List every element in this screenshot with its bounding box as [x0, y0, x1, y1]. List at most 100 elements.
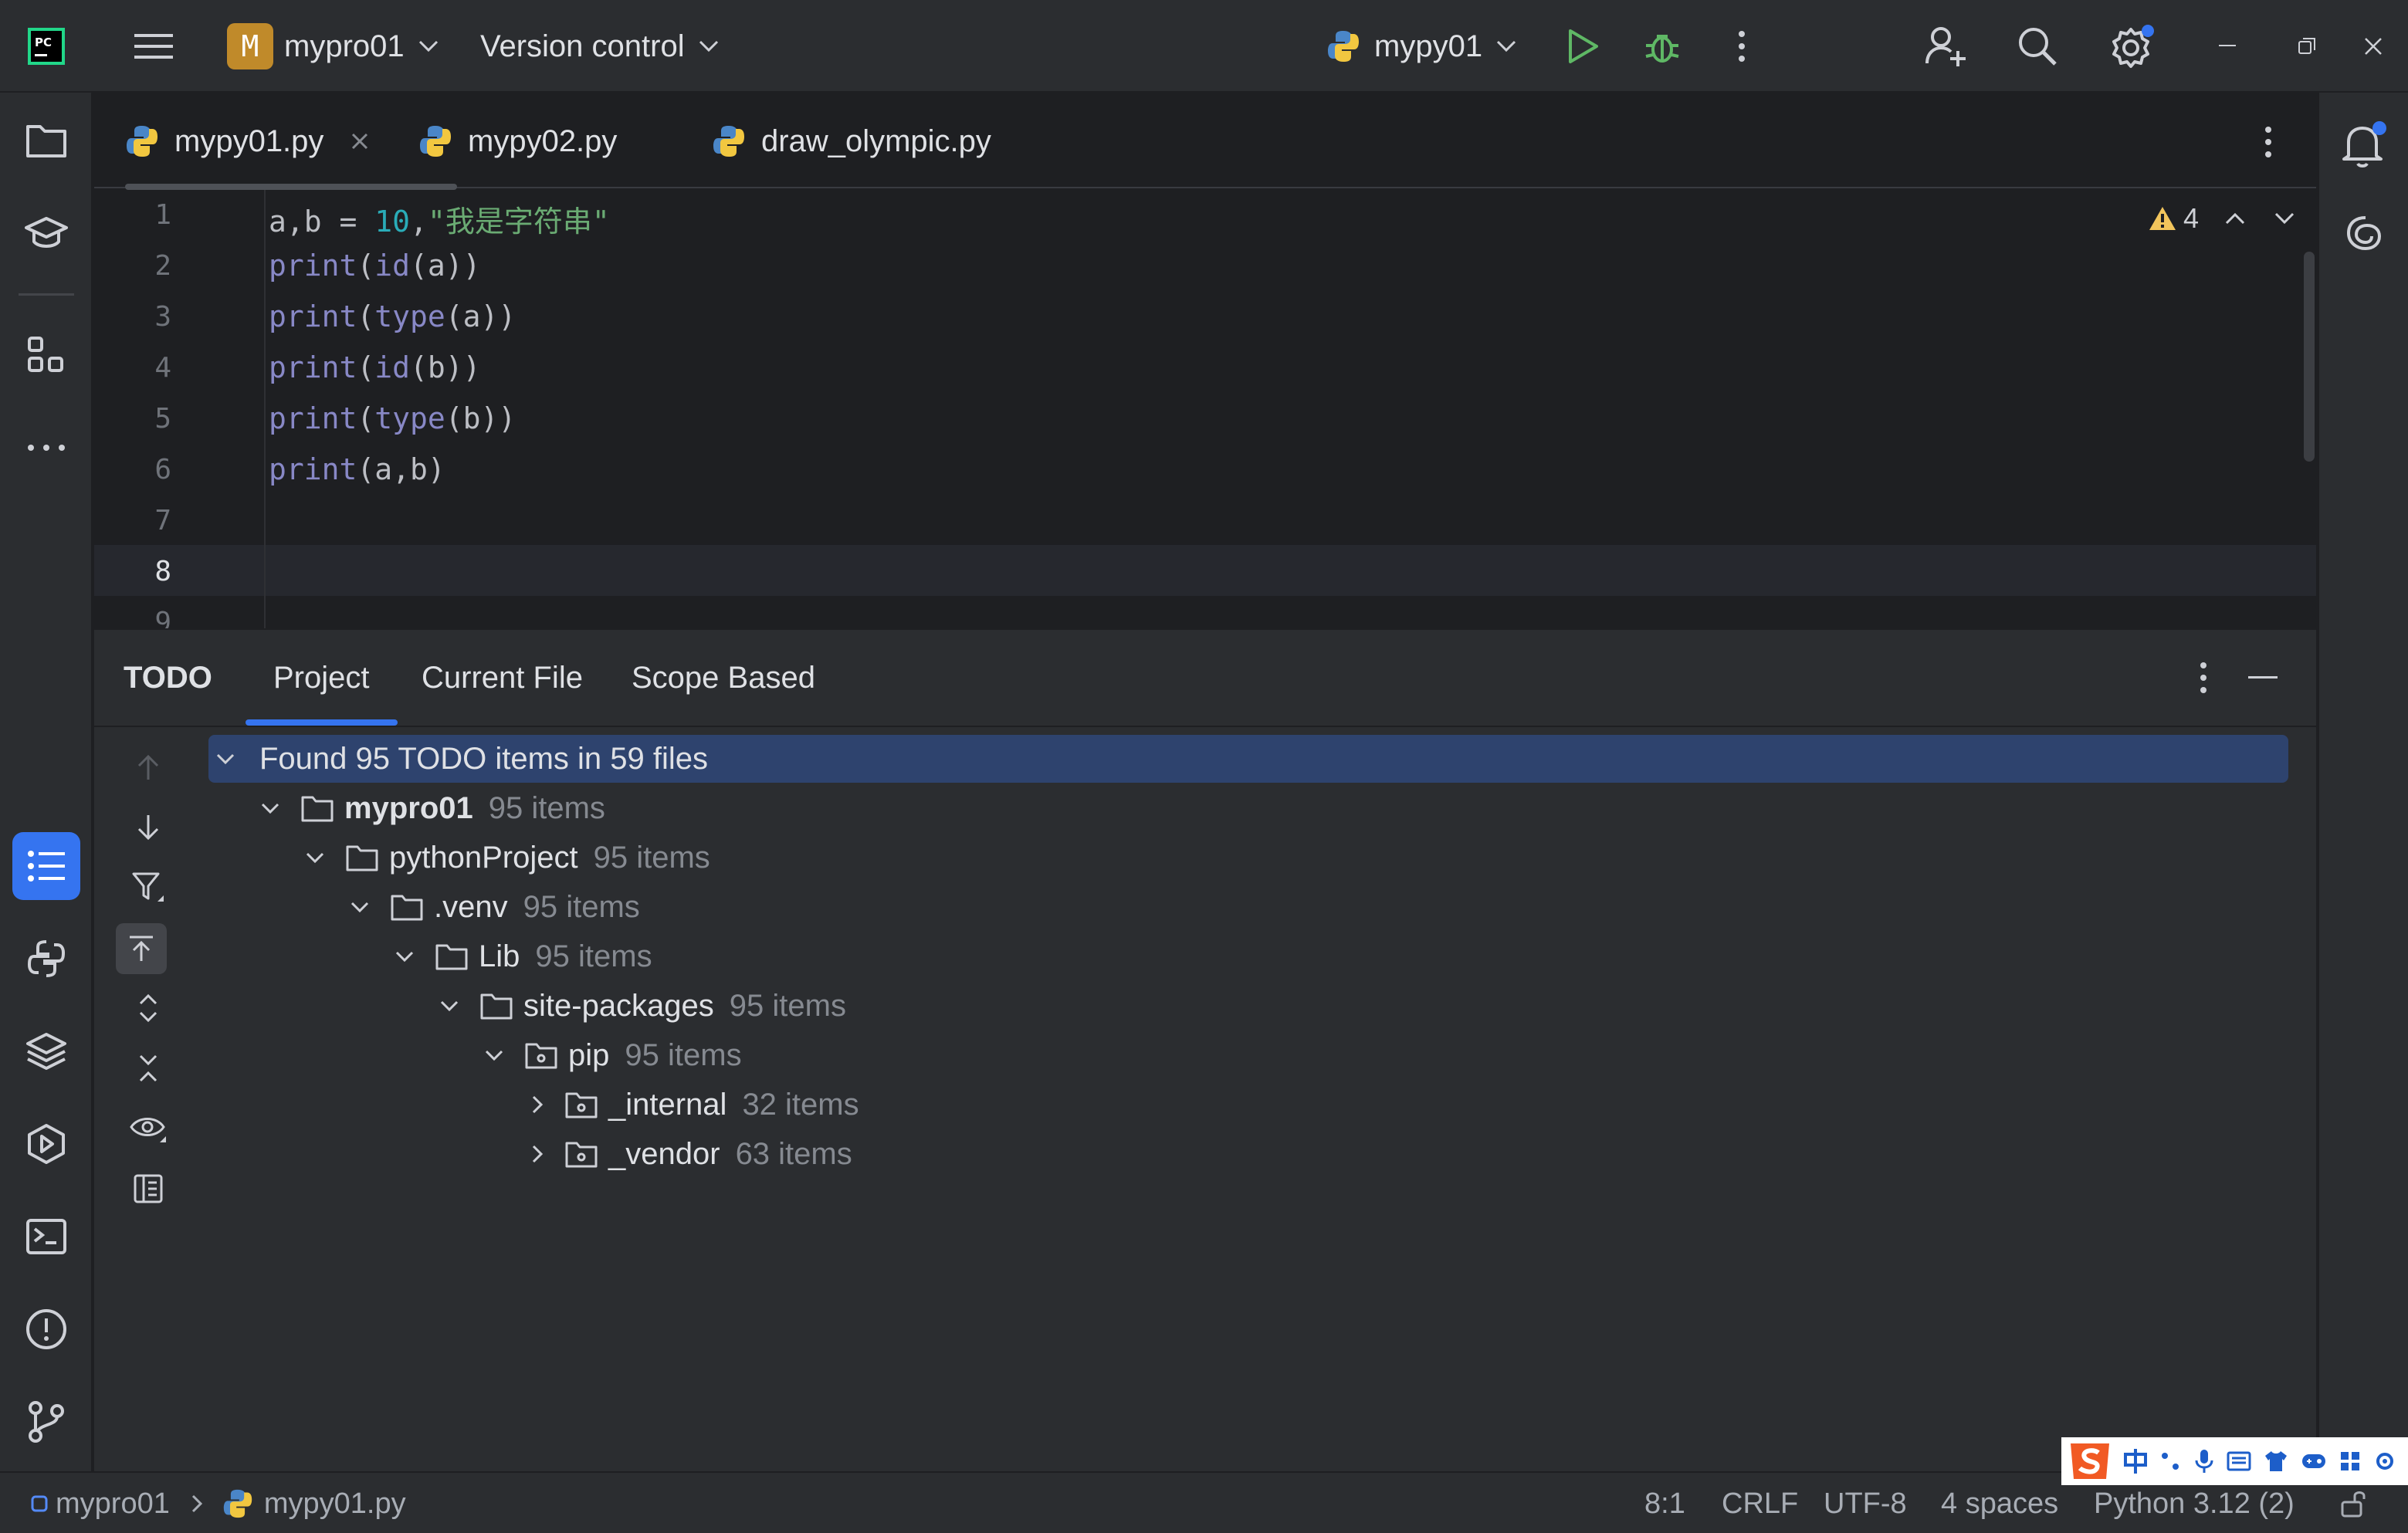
- chevron-down-icon[interactable]: [440, 1000, 459, 1012]
- chevron-down-icon[interactable]: [261, 802, 279, 814]
- tab-mypy01[interactable]: mypy01.py: [125, 94, 457, 190]
- tree-row-site-packages[interactable]: site-packages 95 items: [440, 983, 846, 1029]
- todo-summary-row[interactable]: Found 95 TODO items in 59 files: [216, 736, 708, 782]
- hide-panel-icon[interactable]: [2248, 676, 2278, 679]
- tree-row-pip[interactable]: pip 95 items: [485, 1032, 742, 1078]
- next-highlight-icon[interactable]: [2274, 212, 2295, 225]
- microphone-icon[interactable]: [2194, 1448, 2214, 1474]
- input-method-toolbar[interactable]: [2061, 1437, 2408, 1485]
- inspection-widget[interactable]: 4: [2148, 199, 2295, 238]
- caret-position[interactable]: 8:1: [1644, 1473, 1685, 1533]
- close-window-icon[interactable]: [2364, 0, 2383, 93]
- left-tool-window-bar: [0, 93, 93, 1471]
- main-menu-icon[interactable]: [133, 0, 174, 93]
- tab-project[interactable]: Project: [246, 630, 397, 726]
- chevron-down-icon: [699, 40, 719, 52]
- folder-icon: [435, 942, 468, 970]
- input-method-mode-icon[interactable]: [2123, 1448, 2148, 1474]
- tree-node-name: pip: [568, 1037, 610, 1072]
- indent-setting[interactable]: 4 spaces: [1941, 1473, 2058, 1533]
- chevron-down-icon[interactable]: [351, 901, 369, 913]
- close-tab-icon[interactable]: [351, 133, 368, 150]
- tab-scope-based[interactable]: Scope Based: [632, 630, 815, 726]
- line-separator[interactable]: CRLF: [1722, 1473, 1798, 1533]
- git-branch-icon[interactable]: [15, 1391, 77, 1453]
- previous-todo-arrow-up-icon[interactable]: [125, 744, 171, 790]
- toolbox-grid-icon[interactable]: [2339, 1450, 2361, 1472]
- structure-icon[interactable]: [15, 324, 77, 386]
- code-editor[interactable]: 1 2 3 4 5 6 7 8 9 a,b = 10,"我是字符串" print…: [94, 190, 2316, 628]
- breadcrumb-file[interactable]: mypy01.py: [264, 1487, 406, 1521]
- chevron-right-icon[interactable]: [531, 1095, 544, 1114]
- tool-divider: [19, 293, 74, 296]
- chevron-right-icon[interactable]: [531, 1145, 544, 1163]
- project-selector[interactable]: M mypro01: [227, 0, 439, 93]
- game-controller-icon[interactable]: [2301, 1451, 2327, 1471]
- ai-assistant-icon[interactable]: [2344, 213, 2387, 256]
- python-packages-icon[interactable]: [15, 1020, 77, 1082]
- tab-options-icon[interactable]: [2264, 124, 2273, 161]
- more-actions-icon[interactable]: [1737, 0, 1746, 93]
- code-token: ,: [410, 205, 428, 239]
- panel-options-icon[interactable]: [2199, 659, 2208, 696]
- python-console-icon[interactable]: [15, 928, 77, 990]
- collapse-all-icon[interactable]: [125, 1045, 171, 1091]
- gutter-divider: [264, 190, 266, 628]
- tree-node-count: 95 items: [535, 939, 652, 973]
- tree-row-internal[interactable]: _internal 32 items: [531, 1081, 859, 1128]
- tab-current-file[interactable]: Current File: [422, 630, 583, 726]
- search-icon[interactable]: [2017, 0, 2058, 93]
- file-encoding[interactable]: UTF-8: [1824, 1473, 1907, 1533]
- tab-mypy02[interactable]: mypy02.py: [418, 94, 617, 188]
- code-token-builtin: print: [269, 401, 357, 435]
- vcs-selector[interactable]: Version control: [480, 0, 719, 93]
- problems-icon[interactable]: [15, 1298, 77, 1360]
- more-tools-icon[interactable]: [15, 417, 77, 479]
- tree-row-mypro01[interactable]: mypro01 95 items: [261, 785, 605, 831]
- services-icon[interactable]: [15, 1113, 77, 1175]
- preview-source-icon[interactable]: [125, 1166, 171, 1212]
- settings-gear-icon[interactable]: [2109, 0, 2156, 93]
- debug-icon[interactable]: [1643, 0, 1682, 93]
- chevron-down-icon[interactable]: [395, 950, 414, 963]
- punctuation-icon[interactable]: [2160, 1450, 2182, 1473]
- project-folder-icon[interactable]: [15, 110, 77, 171]
- group-by-module-icon[interactable]: [116, 923, 167, 974]
- code-token-number: 10: [374, 205, 411, 239]
- chevron-down-icon[interactable]: [485, 1049, 503, 1061]
- tree-node-count: 63 items: [735, 1136, 852, 1171]
- preview-eye-icon[interactable]: [125, 1105, 171, 1152]
- code-token: (: [357, 350, 375, 384]
- minimize-icon[interactable]: [2219, 0, 2236, 93]
- notifications-bell-icon[interactable]: [2339, 120, 2389, 170]
- input-settings-icon[interactable]: [2373, 1450, 2396, 1473]
- restore-icon[interactable]: [2298, 0, 2316, 93]
- add-user-icon[interactable]: [1924, 0, 1967, 93]
- learn-icon[interactable]: [15, 202, 77, 264]
- chevron-down-icon[interactable]: [216, 753, 235, 765]
- terminal-icon[interactable]: [15, 1206, 77, 1267]
- filter-icon[interactable]: [125, 865, 171, 911]
- editor-tab-bar: mypy01.py mypy02.py draw_olympic.py: [94, 94, 2316, 190]
- tree-row-pythonproject[interactable]: pythonProject 95 items: [306, 834, 710, 881]
- code-token-builtin: type: [374, 401, 445, 435]
- todo-list-icon[interactable]: [12, 832, 80, 900]
- run-icon[interactable]: [1566, 0, 1600, 93]
- previous-highlight-icon[interactable]: [2225, 212, 2245, 225]
- editor-scrollbar[interactable]: [2304, 252, 2315, 462]
- keyboard-icon[interactable]: [2227, 1451, 2251, 1471]
- module-icon: [31, 1495, 48, 1512]
- breadcrumb-project[interactable]: mypro01: [56, 1487, 170, 1521]
- line-number: 9: [154, 607, 171, 628]
- next-todo-arrow-down-icon[interactable]: [125, 804, 171, 851]
- run-config-selector[interactable]: mypy01: [1326, 0, 1516, 93]
- tree-row-vendor[interactable]: _vendor 63 items: [531, 1131, 852, 1177]
- tree-row-venv[interactable]: .venv 95 items: [351, 884, 640, 930]
- expand-all-icon[interactable]: [125, 985, 171, 1031]
- tab-draw-olympic[interactable]: draw_olympic.py: [712, 94, 991, 188]
- tree-row-lib[interactable]: Lib 95 items: [395, 933, 652, 980]
- line-number: 7: [154, 505, 171, 536]
- skin-shirt-icon[interactable]: [2264, 1450, 2288, 1473]
- tab-label: mypy02.py: [468, 124, 618, 158]
- chevron-down-icon[interactable]: [306, 851, 324, 864]
